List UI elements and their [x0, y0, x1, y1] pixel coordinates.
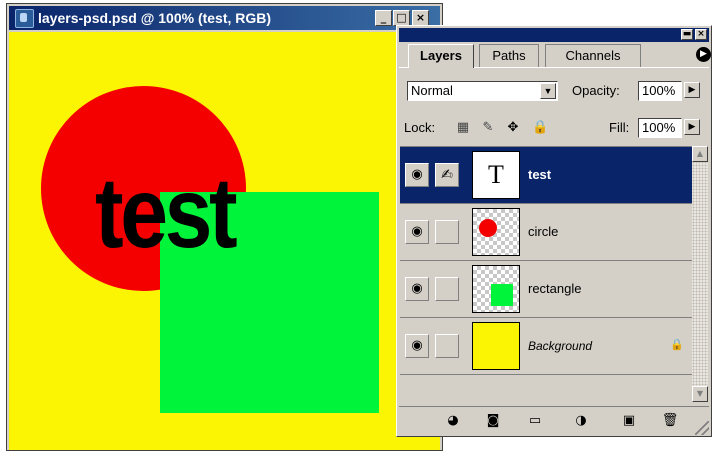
new-layer-icon[interactable]: ▣: [619, 412, 639, 430]
circle-layer-thumbnail: [472, 208, 520, 256]
fill-field[interactable]: 100%: [638, 118, 682, 138]
eye-icon[interactable]: ◉: [405, 163, 429, 187]
minimize-button[interactable]: _: [375, 10, 392, 26]
blend-mode-select[interactable]: Normal ▼: [407, 81, 558, 101]
palette-close-button[interactable]: ×: [695, 29, 707, 40]
text-layer-thumbnail: T: [472, 151, 520, 199]
resize-grip-icon[interactable]: [695, 421, 709, 435]
layer-row-test[interactable]: ◉ ✍ T test: [400, 147, 692, 204]
close-button[interactable]: ×: [412, 10, 429, 26]
blend-mode-value: Normal: [411, 83, 453, 98]
canvas-text: test: [95, 157, 238, 269]
tab-paths[interactable]: Paths: [479, 44, 539, 67]
eye-icon[interactable]: ◉: [405, 220, 429, 244]
brush-icon[interactable]: ✍: [435, 163, 459, 187]
lock-label: Lock:: [404, 120, 436, 135]
scroll-up-icon[interactable]: ▲: [692, 146, 708, 162]
link-slot[interactable]: [435, 277, 459, 301]
document-canvas[interactable]: test: [9, 32, 440, 450]
trash-icon[interactable]: 🗑: [660, 412, 680, 430]
layer-name: test: [528, 167, 552, 182]
layer-name: circle: [528, 224, 559, 239]
photoshop-document-icon[interactable]: [15, 9, 34, 28]
adjustment-layer-icon[interactable]: ◑: [571, 412, 591, 430]
chevron-down-icon[interactable]: ▼: [540, 83, 556, 99]
layers-palette: ▬ × Layers Paths Channels ▶ Normal ▼ Opa…: [396, 25, 712, 437]
opacity-slider-arrow-icon[interactable]: ▶: [684, 82, 700, 98]
layer-row-background[interactable]: ◉ Background 🔒: [400, 318, 692, 375]
layers-scrollbar[interactable]: ▲ ▼: [692, 146, 708, 402]
new-set-folder-icon[interactable]: ▭: [525, 412, 545, 430]
lock-all-icon[interactable]: 🔒: [532, 120, 548, 136]
eye-icon[interactable]: ◉: [405, 334, 429, 358]
layer-style-icon[interactable]: ◕: [443, 412, 463, 430]
link-slot[interactable]: [435, 334, 459, 358]
lock-transparency-icon[interactable]: ▦: [455, 120, 471, 136]
palette-minimize-button[interactable]: ▬: [681, 29, 693, 40]
tab-layers[interactable]: Layers: [408, 44, 474, 68]
scroll-down-icon[interactable]: ▼: [692, 386, 708, 402]
palette-footer: ◕ ◙ ▭ ◑ ▣ 🗑: [399, 406, 709, 435]
document-title: layers-psd.psd @ 100% (test, RGB): [38, 10, 272, 26]
background-layer-thumbnail: [472, 322, 520, 370]
layers-list: ◉ ✍ T test ◉ circle ◉ rectangle ◉ Backgr…: [400, 146, 692, 403]
lock-image-pixels-icon[interactable]: ✎: [480, 120, 496, 136]
rectangle-layer-thumbnail: [472, 265, 520, 313]
layer-name: Background: [528, 339, 593, 353]
fill-slider-arrow-icon[interactable]: ▶: [684, 119, 700, 135]
link-slot[interactable]: [435, 220, 459, 244]
lock-position-icon[interactable]: ✥: [505, 120, 521, 136]
add-mask-icon[interactable]: ◙: [483, 412, 503, 430]
document-window: layers-psd.psd @ 100% (test, RGB) _ □ × …: [6, 3, 443, 451]
opacity-field[interactable]: 100%: [638, 81, 682, 101]
layer-name: rectangle: [528, 281, 582, 296]
lock-icon: 🔒: [670, 338, 684, 351]
fill-label: Fill:: [609, 120, 630, 135]
layer-row-circle[interactable]: ◉ circle: [400, 204, 692, 261]
document-title-bar[interactable]: layers-psd.psd @ 100% (test, RGB) _ □ ×: [9, 6, 440, 30]
maximize-button[interactable]: □: [393, 10, 410, 26]
palette-title-bar[interactable]: ▬ ×: [399, 28, 709, 42]
layer-row-rectangle[interactable]: ◉ rectangle: [400, 261, 692, 318]
tab-channels[interactable]: Channels: [545, 44, 641, 67]
opacity-label: Opacity:: [572, 83, 620, 98]
palette-menu-arrow-icon[interactable]: ▶: [696, 47, 711, 62]
eye-icon[interactable]: ◉: [405, 277, 429, 301]
